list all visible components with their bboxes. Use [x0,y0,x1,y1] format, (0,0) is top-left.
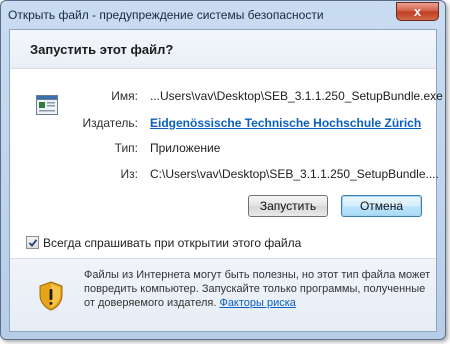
always-ask-label[interactable]: Всегда спрашивать при открытии этого фай… [43,236,301,250]
checkmark-icon [28,239,38,247]
name-label: Имя: [111,89,138,103]
publisher-label: Издатель: [82,116,139,130]
close-button[interactable]: x [396,2,439,21]
close-icon: x [413,4,422,19]
type-label: Тип: [114,141,138,155]
publisher-link[interactable]: Eidgenössische Technische Hochschule Zür… [150,116,421,130]
warning-footer: Файлы из Интернета могут быть полезны, н… [10,258,436,331]
title-bar[interactable]: Открыть файл - предупреждение системы бе… [1,1,445,29]
dialog-heading: Запустить этот файл? [30,42,174,57]
risk-factors-link[interactable]: Факторы риска [219,297,295,309]
run-button[interactable]: Запустить [248,195,328,217]
security-warning-dialog: Открыть файл - предупреждение системы бе… [0,0,446,340]
name-value: ...Users\vav\Desktop\SEB_3.1.1.250_Setup… [150,89,443,103]
from-label: Из: [120,167,138,181]
type-value: Приложение [150,141,221,155]
application-icon [36,95,58,115]
dialog-content: Запустить этот файл? Имя: ...Users\vav\D… [9,29,443,332]
header-band: Запустить этот файл? [10,30,436,69]
always-ask-checkbox[interactable] [26,236,39,249]
from-value: C:\Users\vav\Desktop\SEB_3.1.1.250_Setup… [150,167,439,181]
warning-text: Файлы из Интернета могут быть полезны, н… [84,268,434,310]
window-title: Открыть файл - предупреждение системы бе… [8,8,324,22]
cancel-button[interactable]: Отмена [341,195,422,217]
shield-warning-icon [39,281,63,311]
